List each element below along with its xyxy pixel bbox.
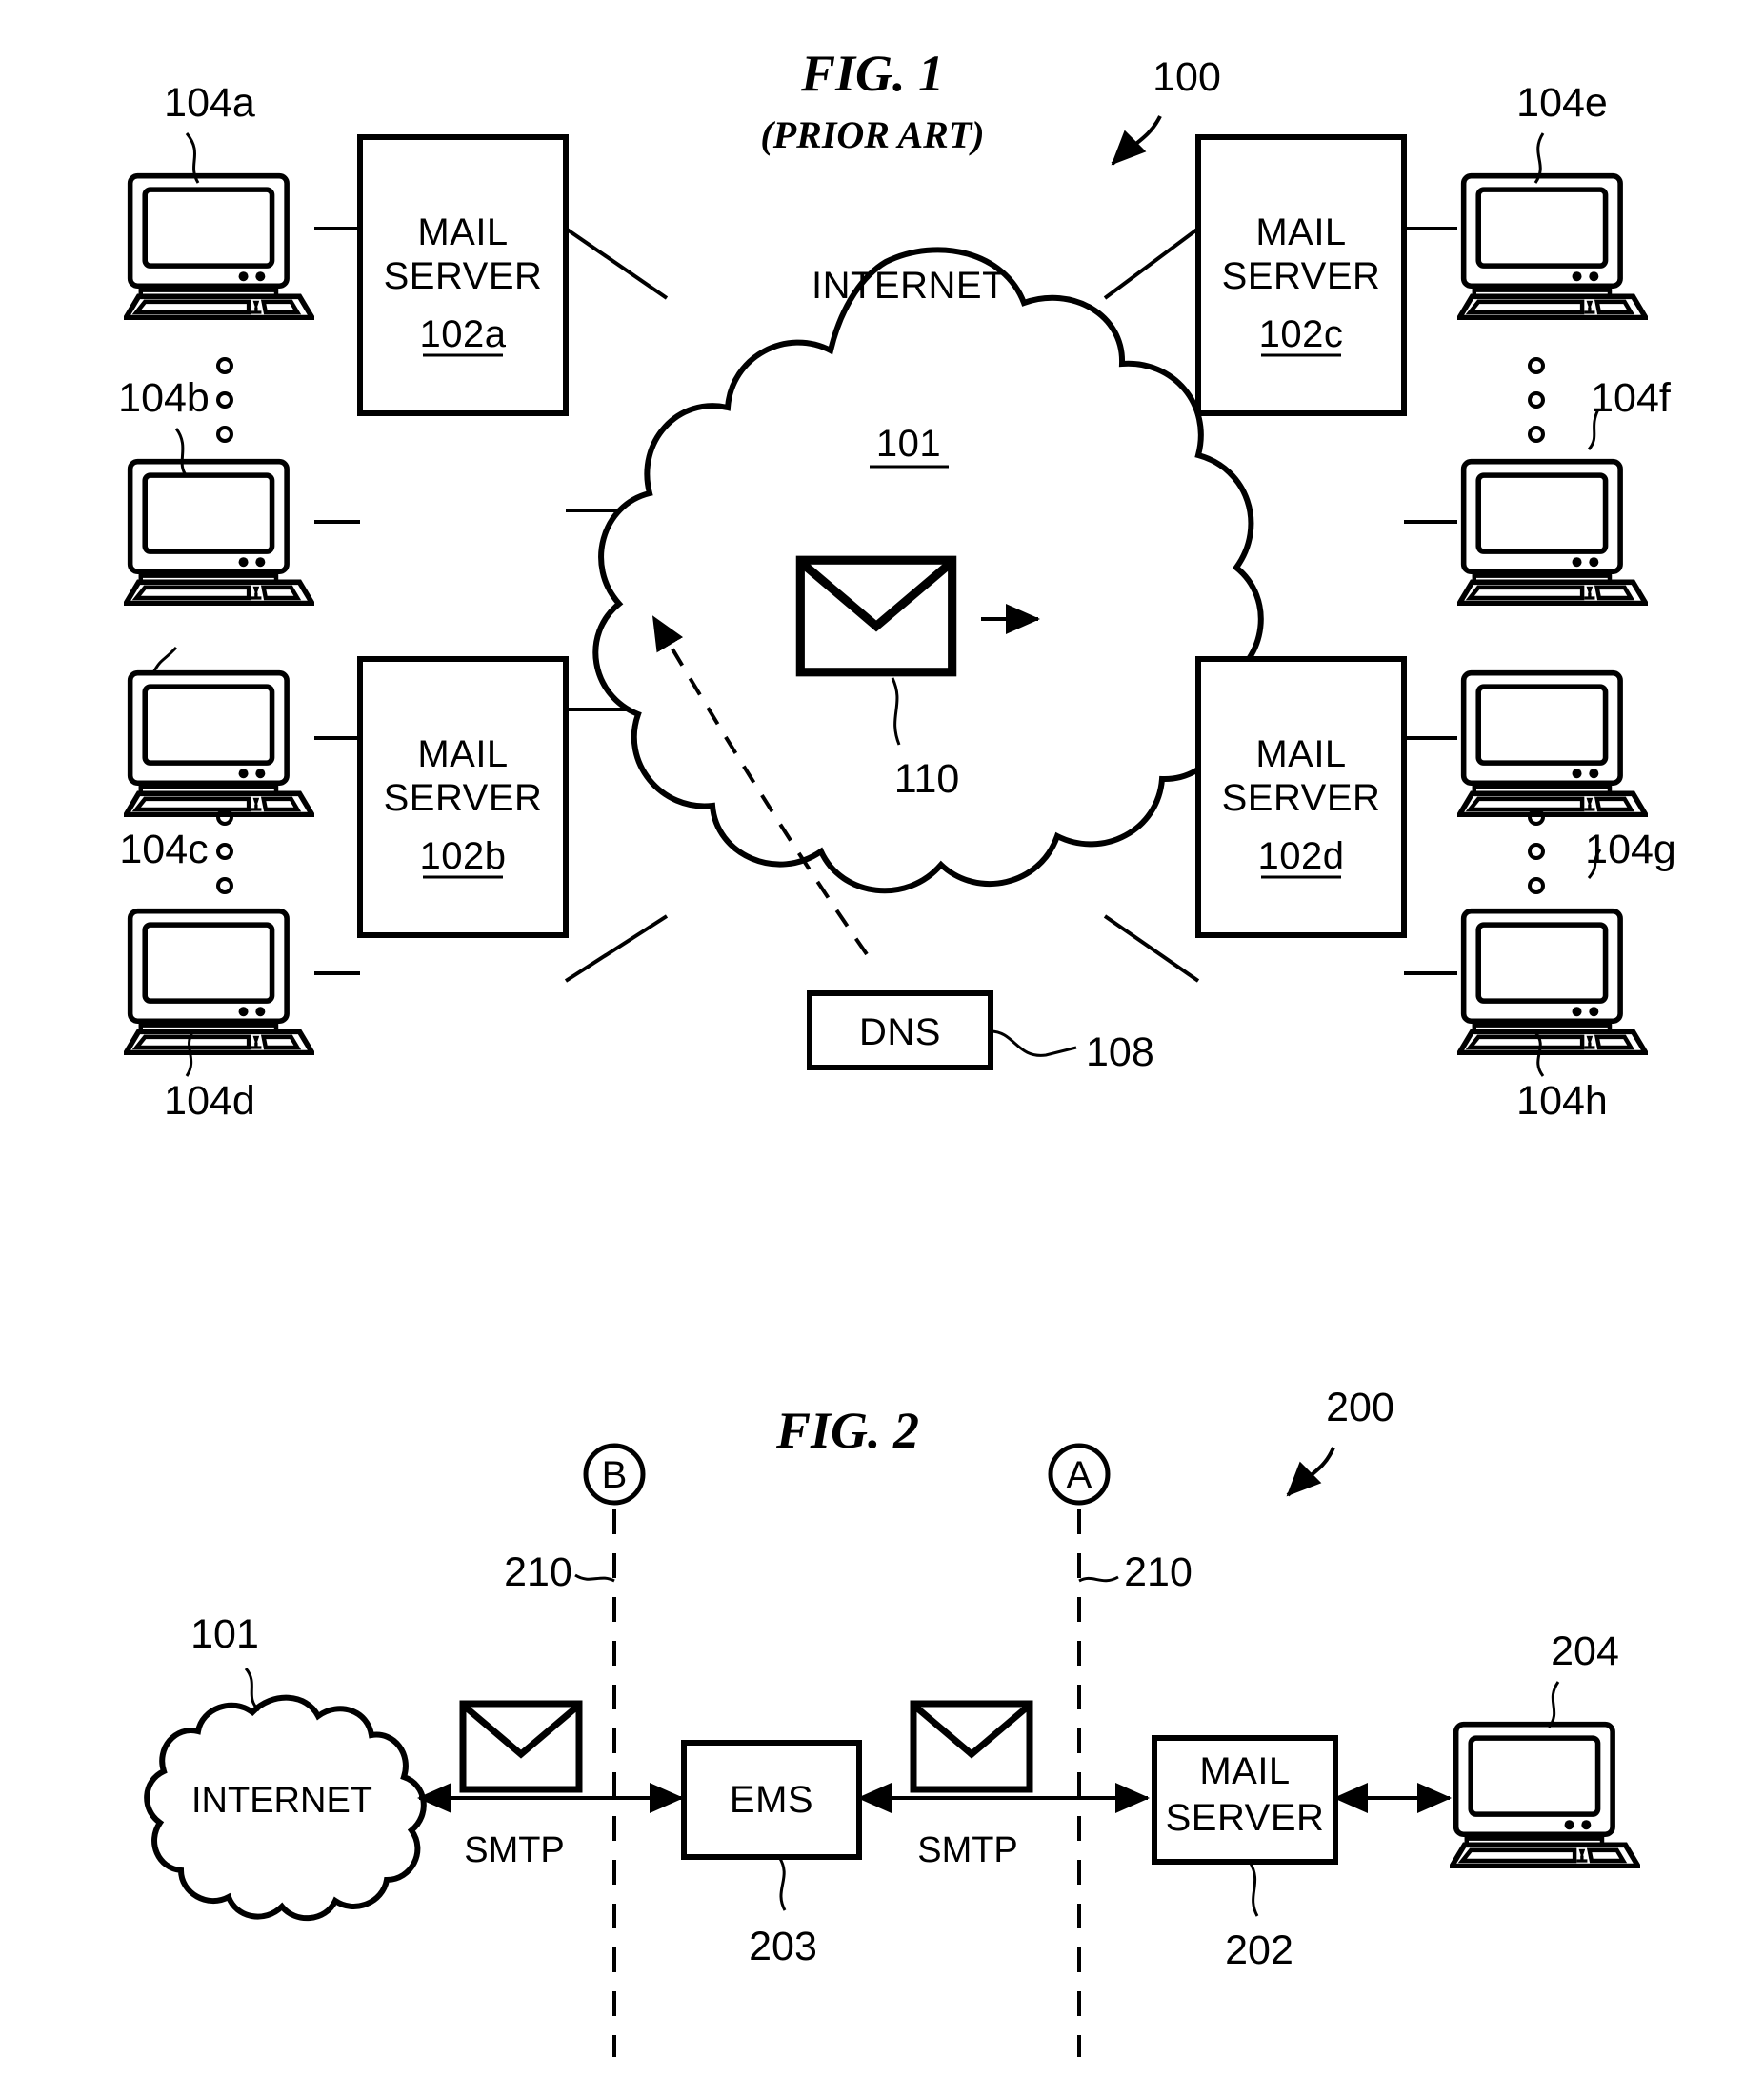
client-204-ref: 204	[1551, 1628, 1619, 1674]
client-204-icon	[1452, 1725, 1638, 1867]
mail-server-202-line2: SERVER	[1166, 1797, 1325, 1839]
client-104c-icon	[126, 673, 312, 815]
leader-104c	[150, 646, 178, 675]
client-104e-icon	[1459, 176, 1646, 318]
internet-label-fig1: INTERNET	[812, 265, 1006, 307]
email-envelope-fig2-right	[913, 1704, 1030, 1789]
fig2-reference: 200	[1326, 1385, 1394, 1430]
server-102c-ref: 102c	[1259, 313, 1344, 355]
client-104d-icon	[126, 911, 312, 1053]
client-104b-ref: 104b	[118, 375, 210, 421]
dns-label: DNS	[859, 1011, 941, 1053]
smtp-label-right: SMTP	[917, 1830, 1018, 1870]
marker-A-ref: 210	[1124, 1549, 1193, 1595]
ellipsis-dots-right-bottom	[1528, 809, 1545, 894]
internet-ref-fig1: 101	[876, 423, 941, 465]
figure-2-group: FIG. 2 200 B A 210 210 101 INTERNET SMTP…	[144, 1385, 1638, 2057]
client-104e-ref: 104e	[1516, 80, 1608, 126]
fig2-title: FIG. 2	[775, 1402, 919, 1459]
email-envelope-fig1	[800, 560, 952, 672]
fig1-title: FIG. 1	[800, 45, 944, 102]
client-104d-ref: 104d	[164, 1078, 255, 1124]
ems-ref-203: 203	[749, 1924, 817, 1969]
leader-108	[990, 1029, 1077, 1057]
mail-server-202-line1: MAIL	[1199, 1750, 1290, 1792]
envelope-ref-110: 110	[894, 756, 960, 802]
email-envelope-fig2-left	[463, 1704, 579, 1789]
server-102a-line1: MAIL	[417, 211, 508, 253]
ellipsis-dots-left-bottom	[216, 809, 233, 894]
server-102b-ref: 102b	[420, 835, 507, 877]
client-104g-icon	[1459, 673, 1646, 815]
client-104h-ref: 104h	[1516, 1078, 1608, 1124]
marker-B-letter: B	[602, 1454, 628, 1496]
client-104c-ref: 104c	[119, 827, 208, 872]
server-102d-line1: MAIL	[1255, 733, 1346, 775]
leader-101-fig2	[244, 1668, 261, 1712]
client-104h-icon	[1459, 911, 1646, 1053]
dns-ref-108: 108	[1086, 1029, 1154, 1075]
leader-100-arrow	[1111, 115, 1162, 166]
leader-210-right	[1078, 1575, 1119, 1583]
client-104f-icon	[1459, 462, 1646, 604]
ellipsis-dots-right-top	[1528, 357, 1545, 443]
client-104f-ref: 104f	[1591, 375, 1672, 421]
server-102b-line1: MAIL	[417, 733, 508, 775]
server-102a-line2: SERVER	[384, 255, 543, 297]
internet-ref-fig2: 101	[190, 1611, 259, 1657]
smtp-label-left: SMTP	[464, 1830, 565, 1870]
mail-server-202-ref: 202	[1225, 1927, 1293, 1973]
leader-200-arrow	[1286, 1447, 1335, 1497]
server-102c-line2: SERVER	[1222, 255, 1381, 297]
leader-210-left	[574, 1573, 615, 1583]
client-104a-ref: 104a	[164, 80, 255, 126]
fig1-reference: 100	[1153, 54, 1221, 100]
patent-drawing-sheet: FIG. 1 (PRIOR ART) 100 INTERNET 101 110 …	[0, 0, 1764, 2097]
client-104g-ref: 104g	[1585, 827, 1676, 872]
leader-203	[777, 1856, 787, 1911]
server-102d-ref: 102d	[1258, 835, 1345, 877]
ellipsis-dots-left-top	[216, 357, 233, 443]
marker-A-letter: A	[1067, 1454, 1092, 1496]
server-102d-line2: SERVER	[1222, 777, 1381, 819]
leader-202	[1248, 1861, 1259, 1917]
marker-B-ref: 210	[504, 1549, 572, 1595]
fig1-subtitle: (PRIOR ART)	[760, 113, 984, 156]
client-104b-icon	[126, 462, 312, 604]
leader-204	[1547, 1681, 1560, 1728]
figure-1-group: FIG. 1 (PRIOR ART) 100 INTERNET 101 110 …	[118, 45, 1676, 1124]
server-102c-line1: MAIL	[1255, 211, 1346, 253]
server-102b-line2: SERVER	[384, 777, 543, 819]
client-104a-icon	[126, 176, 312, 318]
ems-label: EMS	[730, 1779, 813, 1821]
internet-label-fig2: INTERNET	[191, 1781, 372, 1821]
server-102a-ref: 102a	[420, 313, 507, 355]
